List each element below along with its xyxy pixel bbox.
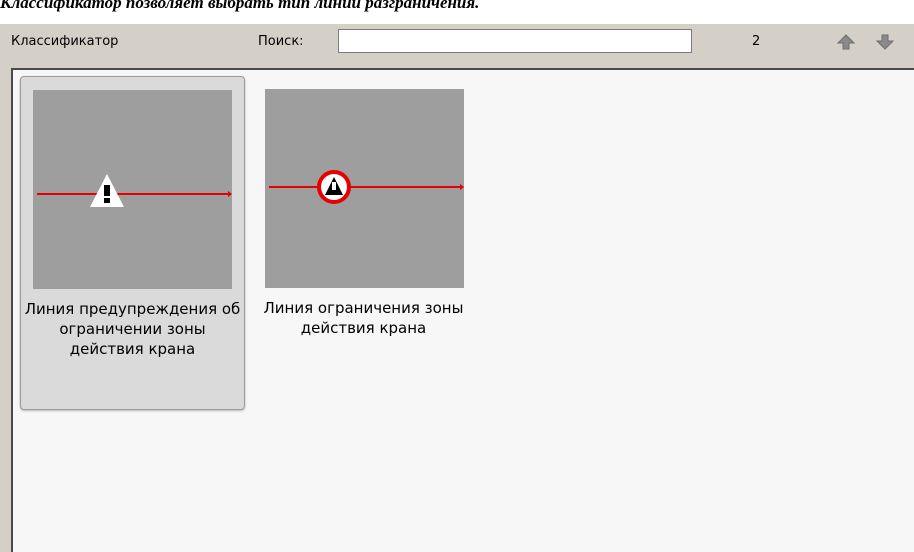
search-input[interactable] [338, 29, 692, 53]
arrow-up-icon [836, 34, 856, 50]
classifier-list: Линия предупреждения об ограничении зоны… [11, 68, 914, 552]
classifier-panel: Классификатор Поиск: 2 Линия предупрежде… [0, 24, 914, 552]
result-count: 2 [752, 34, 761, 49]
warning-triangle-icon [90, 174, 124, 207]
list-item-label: Линия ограничения зоны действия крана [263, 299, 464, 337]
thumbnail [33, 90, 232, 289]
arrow-down-icon [875, 34, 895, 50]
toolbar: Классификатор Поиск: 2 [0, 24, 914, 66]
list-item-restriction-line[interactable]: Линия ограничения зоны действия крана [251, 76, 476, 410]
thumbnail [265, 89, 464, 288]
list-item-label: Линия предупреждения об ограничении зоны… [24, 300, 241, 358]
search-label: Поиск: [258, 34, 304, 49]
prohibition-circle-icon [317, 170, 351, 204]
move-down-button[interactable] [875, 33, 895, 51]
caption: Классификатор позволяет выбрать тип лини… [0, 0, 480, 12]
move-up-button[interactable] [836, 33, 856, 51]
classifier-title: Классификатор [11, 34, 119, 49]
list-item-warning-line[interactable]: Линия предупреждения об ограничении зоны… [20, 76, 245, 410]
